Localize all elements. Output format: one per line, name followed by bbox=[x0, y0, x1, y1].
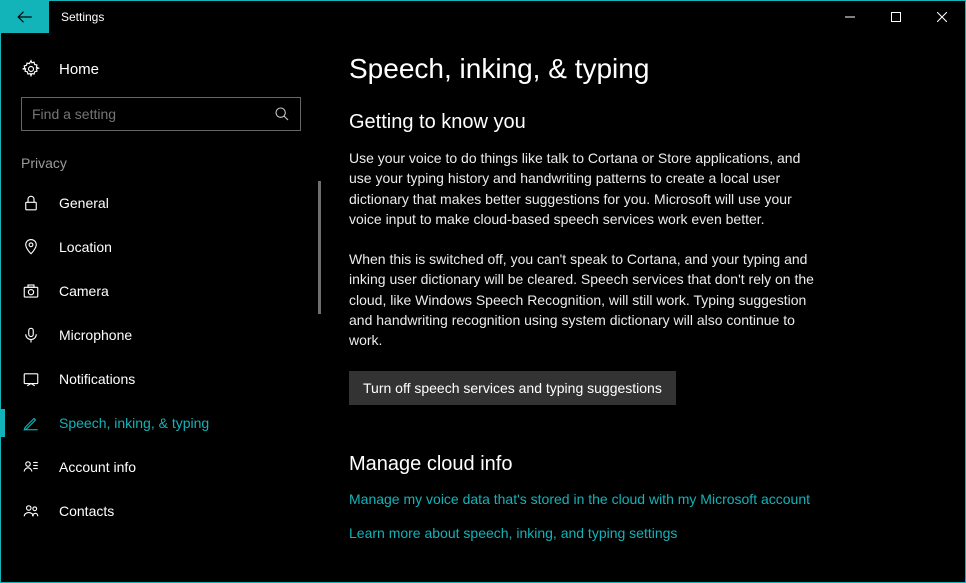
title-bar: Settings bbox=[1, 1, 965, 33]
nav-item-camera[interactable]: Camera bbox=[1, 269, 321, 313]
link-learn-more-speech[interactable]: Learn more about speech, inking, and typ… bbox=[349, 525, 677, 541]
search-container bbox=[1, 89, 321, 149]
nav-item-microphone[interactable]: Microphone bbox=[1, 313, 321, 357]
nav-item-label: Notifications bbox=[59, 371, 135, 387]
notifications-icon bbox=[21, 370, 41, 388]
section-heading-getting-to-know-you: Getting to know you bbox=[349, 111, 929, 134]
body: Home Privacy bbox=[1, 33, 965, 582]
nav-item-label: Contacts bbox=[59, 503, 114, 519]
nav-item-label: Speech, inking, & typing bbox=[59, 415, 209, 431]
nav-item-notifications[interactable]: Notifications bbox=[1, 357, 321, 401]
back-button[interactable] bbox=[1, 1, 49, 33]
search-icon bbox=[274, 106, 290, 122]
nav-item-contacts[interactable]: Contacts bbox=[1, 489, 321, 533]
section-heading-manage-cloud-info: Manage cloud info bbox=[349, 453, 929, 476]
nav-item-label: General bbox=[59, 195, 109, 211]
contacts-icon bbox=[21, 502, 41, 520]
nav-item-label: Microphone bbox=[59, 327, 132, 343]
turn-off-speech-button[interactable]: Turn off speech services and typing sugg… bbox=[349, 371, 676, 405]
home-button[interactable]: Home bbox=[1, 49, 321, 89]
nav-item-general[interactable]: General bbox=[1, 181, 321, 225]
nav-item-label: Location bbox=[59, 239, 112, 255]
minimize-button[interactable] bbox=[827, 1, 873, 33]
link-manage-voice-data[interactable]: Manage my voice data that's stored in th… bbox=[349, 490, 819, 510]
home-label: Home bbox=[59, 61, 99, 78]
nav-item-label: Camera bbox=[59, 283, 109, 299]
microphone-icon bbox=[21, 326, 41, 344]
gear-icon bbox=[21, 59, 41, 79]
nav-item-label: Account info bbox=[59, 459, 136, 475]
group-header-privacy: Privacy bbox=[1, 149, 321, 181]
sidebar: Home Privacy bbox=[1, 33, 321, 582]
nav-list: General Location bbox=[1, 181, 321, 582]
maximize-button[interactable] bbox=[873, 1, 919, 33]
lock-icon bbox=[21, 194, 41, 212]
close-button[interactable] bbox=[919, 1, 965, 33]
location-icon bbox=[21, 238, 41, 256]
search-box[interactable] bbox=[21, 97, 301, 131]
content-pane: Speech, inking, & typing Getting to know… bbox=[321, 33, 965, 582]
nav-item-speech-inking-typing[interactable]: Speech, inking, & typing bbox=[1, 401, 321, 445]
nav-item-location[interactable]: Location bbox=[1, 225, 321, 269]
settings-window: Settings Home bbox=[0, 0, 966, 583]
pen-icon bbox=[21, 414, 41, 432]
page-title: Speech, inking, & typing bbox=[349, 53, 929, 85]
search-input[interactable] bbox=[32, 106, 274, 122]
app-title: Settings bbox=[49, 1, 827, 33]
sidebar-scrollbar[interactable] bbox=[318, 181, 321, 314]
account-info-icon bbox=[21, 458, 41, 476]
camera-icon bbox=[21, 282, 41, 300]
nav-item-account-info[interactable]: Account info bbox=[1, 445, 321, 489]
section1-paragraph1: Use your voice to do things like talk to… bbox=[349, 148, 819, 229]
window-caption-buttons bbox=[827, 1, 965, 33]
section1-paragraph2: When this is switched off, you can't spe… bbox=[349, 249, 819, 350]
